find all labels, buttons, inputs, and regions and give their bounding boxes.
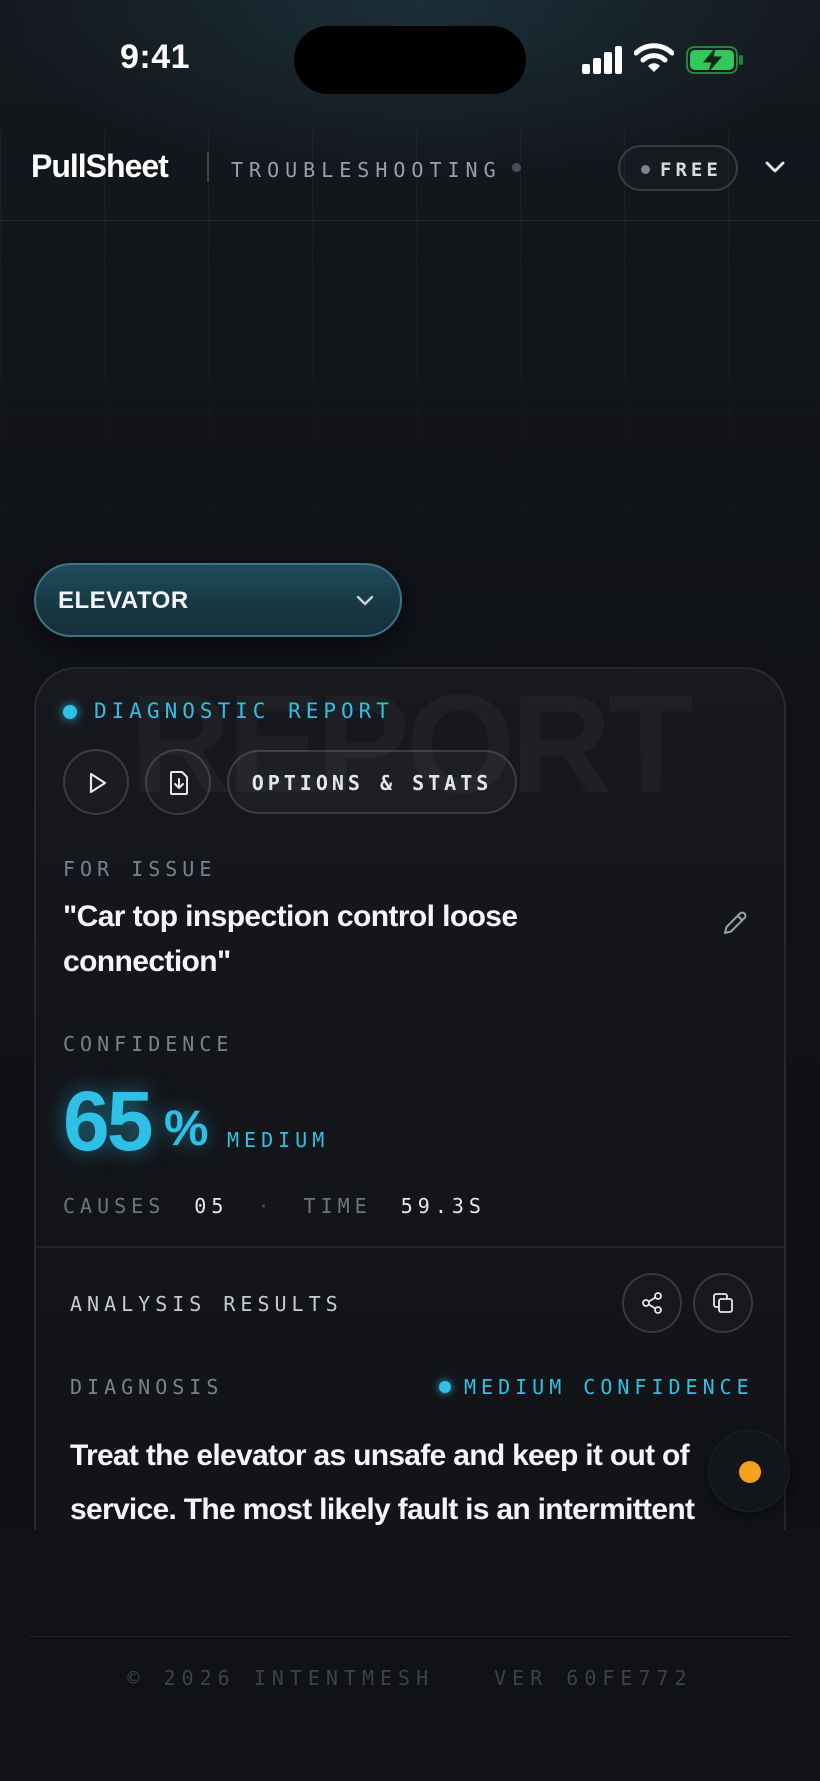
header-divider [207,152,209,182]
chevron-down-icon[interactable] [762,156,788,178]
cellular-signal-icon [582,46,622,74]
download-file-icon [170,771,188,795]
causes-label: CAUSES [63,1194,166,1218]
footer-version: VER 60FE772 [494,1666,693,1690]
confidence-value: 65 [63,1074,153,1168]
options-stats-button[interactable]: OPTIONS & STATS [227,750,517,814]
chevron-down-icon [356,595,374,606]
status-indicator-dot [739,1461,761,1483]
share-button[interactable] [622,1273,682,1333]
diagnosis-label: DIAGNOSIS [70,1375,224,1399]
footer-copyright: © 2026 INTENTMESH [127,1666,435,1690]
share-icon [642,1292,662,1314]
play-icon [89,772,107,794]
time-label: TIME [303,1194,372,1218]
status-fab-button[interactable] [708,1430,790,1512]
report-title: DIAGNOSTIC REPORT [94,699,394,723]
confidence-level: MEDIUM [227,1128,330,1152]
battery-charging-icon [686,46,743,74]
analysis-title: ANALYSIS RESULTS [70,1292,343,1316]
dynamic-island [294,26,526,94]
footer: © 2026 INTENTMESH VER 60FE772 [0,1666,820,1690]
options-stats-label: OPTIONS & STATS [251,771,493,795]
bottom-fade [0,1530,820,1781]
plan-label: FREE [660,159,722,181]
copy-button[interactable] [693,1273,753,1333]
confidence-label: CONFIDENCE [63,1032,234,1056]
section-title: TROUBLESHOOTING [231,158,502,182]
play-button[interactable] [63,749,129,815]
footer-divider [30,1636,790,1637]
time-value: 59.3S [400,1194,486,1218]
equipment-select-value: ELEVATOR [58,587,189,614]
plan-dot [641,165,650,174]
confidence-unit: % [164,1100,209,1156]
download-report-button[interactable] [145,749,211,815]
wifi-icon [634,43,674,72]
report-status-dot [63,705,77,719]
issue-label: FOR ISSUE [63,857,217,881]
issue-text: "Car top inspection control loose connec… [63,900,518,978]
confidence-tag: MEDIUM CONFIDENCE [464,1375,754,1399]
status-time: 9:41 [120,38,191,76]
confidence-tag-dot [439,1381,451,1393]
causes-value: 05 [194,1194,229,1218]
section-indicator-dot [512,163,521,172]
pencil-icon[interactable] [720,908,750,938]
header-separator [0,220,820,221]
card-divider [36,1246,784,1248]
copy-icon [713,1293,733,1313]
stats-separator: · [257,1194,275,1218]
plan-badge[interactable]: FREE [618,145,738,191]
brand-logo[interactable]: PullSheet [31,148,169,185]
report-stats: CAUSES 05 · TIME 59.3S [63,1194,486,1218]
equipment-select[interactable]: ELEVATOR [34,563,402,637]
